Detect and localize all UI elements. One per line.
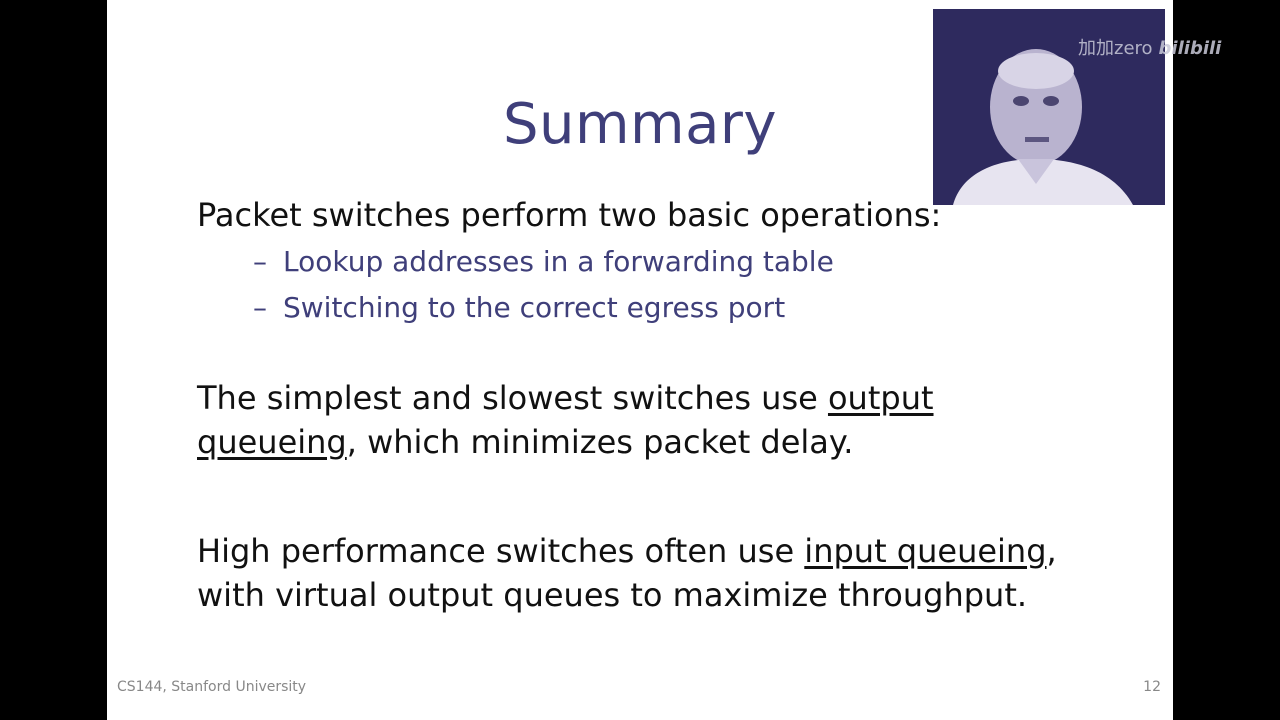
bullet-marker: – <box>253 291 267 324</box>
video-watermark: 加加zero bilibili <box>1078 34 1221 60</box>
output-queueing-paragraph: The simplest and slowest switches use ou… <box>197 376 1077 464</box>
bullet-marker: – <box>253 245 267 278</box>
bullet-item: – Lookup addresses in a forwarding table <box>253 245 834 278</box>
underlined-term: input queueing <box>804 532 1047 570</box>
input-queueing-paragraph: High performance switches often use inpu… <box>197 529 1077 617</box>
paragraph-text: The simplest and slowest switches use <box>197 379 828 417</box>
bullet-text: Switching to the correct egress port <box>283 291 786 324</box>
paragraph-text: High performance switches often use <box>197 532 805 570</box>
page-number: 12 <box>1143 679 1161 695</box>
paragraph-text: , which minimizes packet delay. <box>346 423 854 461</box>
uploader-name: 加加zero <box>1078 38 1153 59</box>
bullet-item: – Switching to the correct egress port <box>253 291 785 324</box>
bullet-text: Lookup addresses in a forwarding table <box>283 245 834 278</box>
course-footer: CS144, Stanford University <box>117 679 307 695</box>
brand-logo: bilibili <box>1158 38 1222 59</box>
